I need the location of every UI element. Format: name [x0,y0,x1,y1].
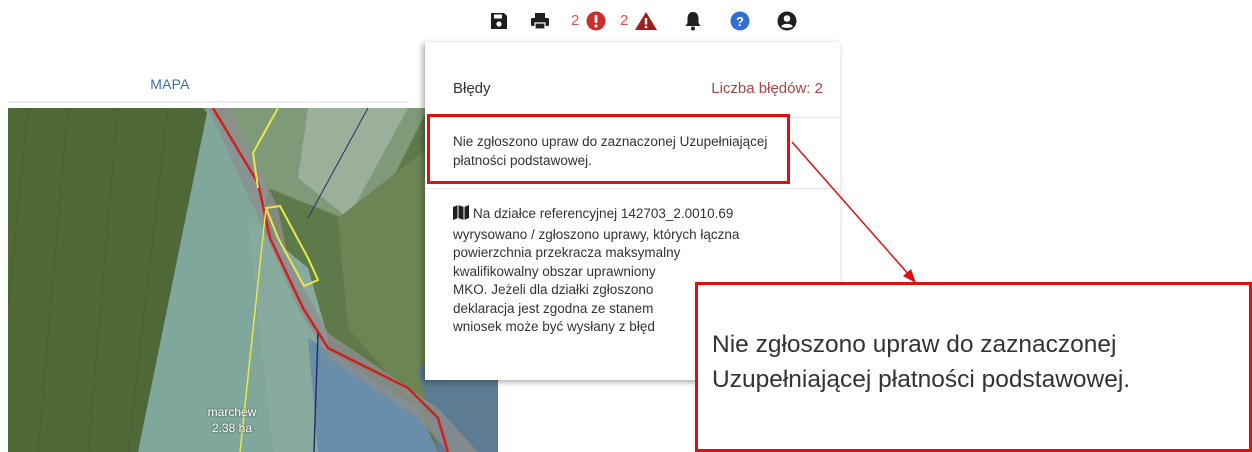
zoom-callout: Nie zgłoszono upraw do zaznaczonej Uzupe… [695,282,1252,452]
parcel-label: marchew 2.38 ha [204,404,260,436]
tab-map[interactable]: MAPA [130,76,210,92]
exclamation-circle-icon [586,11,606,31]
errors-count: 2 [571,12,580,29]
zoom-text: Nie zgłoszono upraw do zaznaczonej Uzupe… [712,327,1242,397]
divider [425,188,840,189]
help-button[interactable]: ? [729,10,751,32]
panel-title: Błędy [453,80,491,97]
warnings-count: 2 [620,12,629,29]
top-toolbar: 2 2 ? [470,0,840,40]
tab-divider [8,101,408,103]
map-icon [453,205,469,226]
print-button[interactable] [528,10,552,32]
error-line: kwalifikowalny obszar uprawniony [453,263,656,279]
user-button[interactable] [776,10,798,32]
zoom-line: Uzupełniającej płatności podstawowej. [712,366,1131,393]
error-line: Na działce referencyjnej 142703_2.0010.6… [473,206,734,221]
parcel-area: 2.38 ha [211,421,253,435]
errors-count-label: Liczba błędów: 2 [711,80,823,97]
warning-triangle-icon [635,12,657,30]
bell-icon [685,12,701,31]
zoom-line: Nie zgłoszono upraw do zaznaczonej [712,331,1117,358]
error-line: wniosek może być wysłany z błęd [453,319,655,334]
warnings-button[interactable] [633,10,659,32]
error-line: deklaracja jest zgodna ze stanem [453,300,654,316]
notifications-button[interactable] [682,10,704,32]
printer-icon [531,13,549,30]
user-circle-icon [777,11,797,31]
errors-button[interactable] [585,10,607,32]
parcel-crop: marchew [207,405,257,419]
error-highlight-box [427,114,790,184]
save-button[interactable] [488,10,510,32]
question-circle-icon: ? [730,11,750,31]
svg-text:?: ? [736,14,744,29]
error-line: wyrysowano / zgłoszono uprawy, których ł… [453,226,740,242]
error-line: powierzchnia przekracza maksymalny [453,245,681,260]
error-line: MKO. Jeżeli dla działki zgłoszono [453,282,654,297]
floppy-disk-icon [491,13,507,29]
